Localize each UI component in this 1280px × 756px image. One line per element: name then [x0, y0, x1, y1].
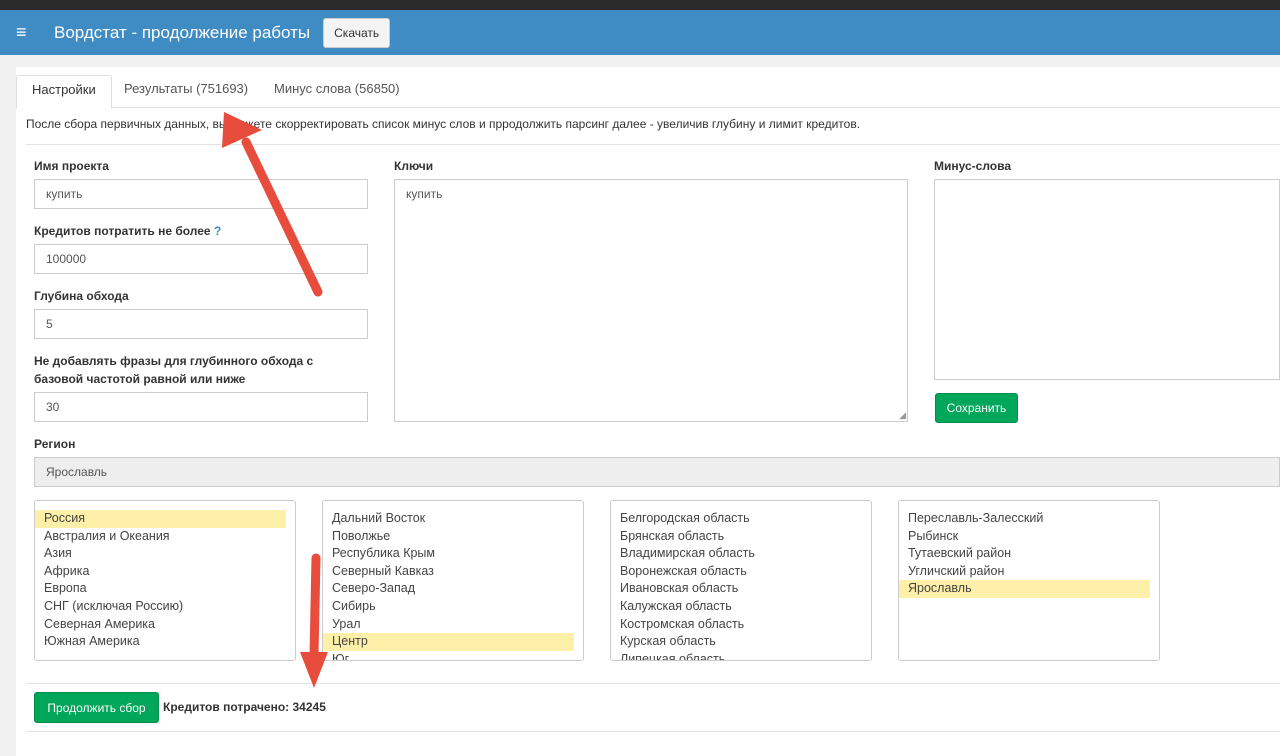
arrow-to-continue-shaft: [309, 553, 321, 660]
annotation-arrows: [222, 112, 328, 688]
arrow-to-continue-head: [300, 652, 328, 688]
arrow-to-results-tab-shaft: [241, 137, 323, 297]
